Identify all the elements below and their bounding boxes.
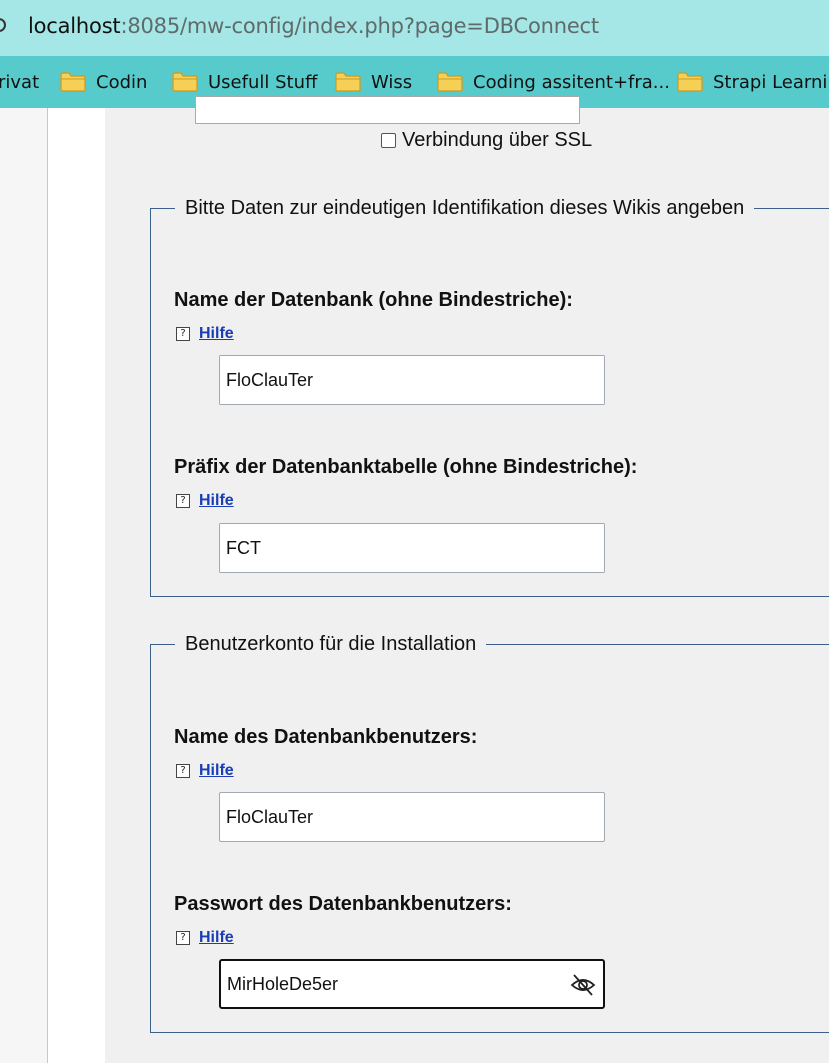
help-icon: ? [176,931,190,945]
db-password-help-link[interactable]: Hilfe [199,929,234,947]
db-prefix-help-link[interactable]: Hilfe [199,492,234,510]
help-icon: ? [176,327,190,341]
page-left-margin [0,108,48,1063]
bookmark-codin[interactable]: Codin [60,70,147,94]
ssl-checkbox-row[interactable]: Verbindung über SSL [381,129,592,152]
db-password-help: ? Hilfe [176,929,234,947]
bookmark-label: Coding assitent+fra... [473,71,670,93]
db-name-input[interactable] [219,355,605,405]
db-name-label: Name der Datenbank (ohne Bindestriche): [174,289,573,311]
folder-icon [335,72,361,92]
page-sidebar-column [48,108,105,1063]
ssl-label: Verbindung über SSL [402,129,593,151]
db-password-input[interactable] [219,959,605,1009]
bookmark-rivat[interactable]: rivat [0,70,39,94]
url-host: localhost [28,14,121,38]
ssl-checkbox[interactable] [381,133,396,148]
address-bar[interactable]: localhost:8085/mw-config/index.php?page=… [0,0,829,56]
folder-icon [677,72,703,92]
bookmark-label: Usefull Stuff [208,71,318,93]
bookmark-wiss[interactable]: Wiss [335,70,412,94]
db-prefix-label: Präfix der Datenbanktabelle (ohne Bindes… [174,456,638,478]
folder-icon [60,72,86,92]
account-legend: Benutzerkonto für die Installation [185,633,477,655]
db-prefix-help: ? Hilfe [176,492,234,510]
bookmark-coding-assistent[interactable]: Coding assitent+fra... [437,70,670,94]
bookmark-label: Wiss [371,71,413,93]
db-user-help: ? Hilfe [176,762,234,780]
db-user-help-link[interactable]: Hilfe [199,762,234,780]
db-name-help-link[interactable]: Hilfe [199,325,234,343]
db-user-input[interactable] [219,792,605,842]
site-info-icon[interactable] [0,18,6,32]
help-icon: ? [176,494,190,508]
db-user-label: Name des Datenbankbenutzers: [174,726,478,748]
identification-legend: Bitte Daten zur eindeutigen Identifikati… [185,197,745,219]
bookmark-strapi-learning[interactable]: Strapi Learning [677,70,829,94]
url-path: :8085/mw-config/index.php?page=DBConnect [120,14,599,38]
help-icon: ? [176,764,190,778]
db-prefix-input[interactable] [219,523,605,573]
bookmark-usefull-stuff[interactable]: Usefull Stuff [172,70,317,94]
bookmark-label: Codin [96,71,148,93]
folder-icon [172,72,198,92]
db-name-help: ? Hilfe [176,325,234,343]
eye-slash-icon[interactable] [569,971,597,999]
folder-icon [437,72,463,92]
url-text[interactable]: localhost:8085/mw-config/index.php?page=… [28,14,599,38]
db-password-label: Passwort des Datenbankbenutzers: [174,893,512,915]
database-host-input-partial[interactable] [195,96,580,124]
bookmark-label: Strapi Learning [713,71,829,93]
divider [47,108,48,1063]
bookmark-label: rivat [0,71,40,93]
